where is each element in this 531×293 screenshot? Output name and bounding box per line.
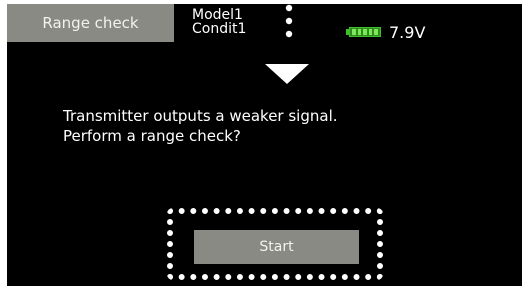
- start-button[interactable]: Start: [194, 230, 359, 264]
- transmitter-screen: Range check Model1 Condit1 7.9V Transmit…: [7, 4, 522, 286]
- model-info: Model1 Condit1: [192, 8, 246, 36]
- battery-voltage: 7.9V: [389, 23, 426, 42]
- start-button-label: Start: [259, 239, 294, 255]
- dotted-connector: [285, 4, 293, 38]
- screen-title-tab[interactable]: Range check: [7, 4, 174, 42]
- message-line-2: Perform a range check?: [63, 127, 241, 145]
- arrow-down-icon: [265, 64, 309, 84]
- model-name: Model1: [192, 7, 243, 23]
- message-text: Transmitter outputs a weaker signal. Per…: [63, 106, 338, 146]
- screen-title: Range check: [42, 14, 139, 32]
- battery-icon: [346, 26, 384, 38]
- message-line-1: Transmitter outputs a weaker signal.: [63, 107, 338, 125]
- condition-name: Condit1: [192, 21, 247, 37]
